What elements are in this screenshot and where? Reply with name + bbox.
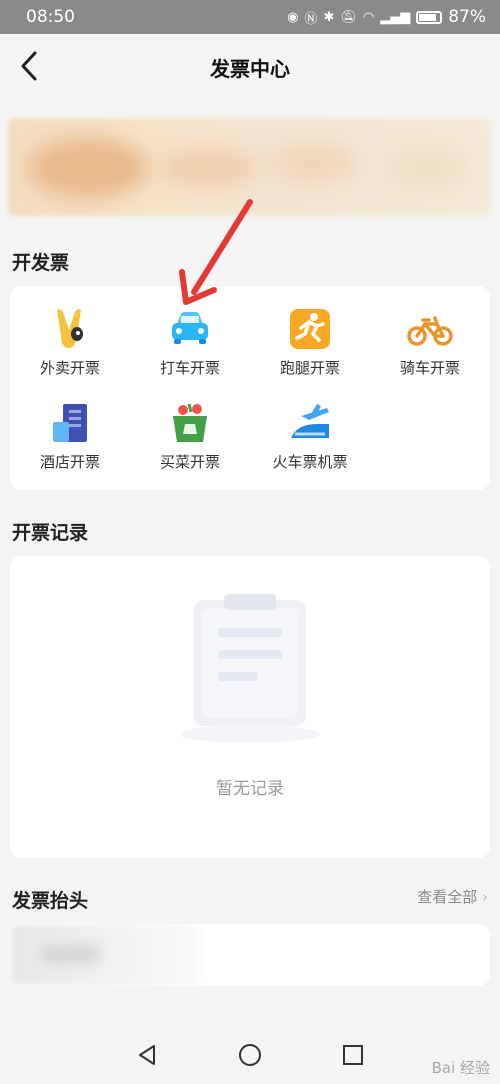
view-all-link[interactable]: 查看全部 › [417,886,488,907]
service-label: 跑腿开票 [279,359,340,377]
view-all-label: 查看全部 [417,888,478,906]
page-header: 发票中心 [0,34,500,100]
battery-percent: 87% [448,7,486,27]
clipboard-icon [180,594,320,742]
service-label: 酒店开票 [39,453,100,471]
status-icons: ◉ Ⓝ ✱ 🔕︎ ◠ ▂▄▆ 87% [287,7,486,27]
status-bar: 08:50 ◉ Ⓝ ✱ 🔕︎ ◠ ▂▄▆ 87% [0,0,500,34]
mute-icon: 🔕︎ [340,9,357,25]
eye-icon: ◉ [287,9,299,25]
service-label: 打车开票 [159,359,220,377]
battery-icon [416,10,443,24]
nav-back-icon[interactable] [136,1044,158,1066]
bike-icon [407,316,453,346]
nfc-icon: Ⓝ [304,11,318,27]
service-label: 火车票机票 [272,453,348,471]
blurred-title-content [10,924,200,986]
page-title: 发票中心 [210,56,290,81]
system-nav-bar [0,1026,500,1084]
bluetooth-icon: ✱ [323,9,335,25]
back-arrow-icon [21,51,37,81]
train-plane-icon [291,404,329,438]
invoice-section-title: 开发票 [12,252,70,274]
service-label: 骑车开票 [399,359,460,377]
service-errand[interactable]: 跑腿开票 [250,306,370,378]
service-train-plane[interactable]: 火车票机票 [250,400,370,472]
records-section-title: 开票记录 [12,522,89,544]
service-label: 外卖开票 [39,359,100,377]
title-section-title: 发票抬头 [12,890,89,912]
chevron-right-icon: › [482,888,488,906]
errand-icon [290,309,330,349]
invoice-services-card: 外卖开票 打车开票 跑腿开票 骑车开票 酒店开票 买菜开票 火车票机票 [10,286,490,490]
service-waimai[interactable]: 外卖开票 [10,306,130,378]
hotel-icon [53,404,87,442]
nav-home-icon[interactable] [238,1043,262,1067]
signal-icon: ▂▄▆ [380,9,411,25]
service-taxi[interactable]: 打车开票 [130,306,250,378]
taxi-icon [172,312,208,344]
nav-recents-icon[interactable] [342,1044,364,1066]
blurred-title-text [40,944,100,964]
invoice-title-card[interactable] [10,924,490,986]
service-hotel[interactable]: 酒店开票 [10,400,130,472]
annotation-arrow [179,199,253,305]
wifi-icon: ◠ [362,9,375,25]
waimai-icon [57,309,83,348]
back-button[interactable] [14,48,44,84]
status-time: 08:50 [26,7,75,27]
records-card: 暂无记录 [10,556,490,858]
empty-state: 暂无记录 [10,556,490,856]
empty-records-text: 暂无记录 [216,779,284,799]
service-grid: 外卖开票 打车开票 跑腿开票 骑车开票 酒店开票 买菜开票 火车票机票 [10,286,490,491]
watermark: Bai 经验 [431,1059,490,1077]
service-label: 买菜开票 [159,453,220,471]
service-grocery[interactable]: 买菜开票 [130,400,250,472]
service-bike[interactable]: 骑车开票 [370,306,490,378]
grocery-icon [173,403,207,442]
